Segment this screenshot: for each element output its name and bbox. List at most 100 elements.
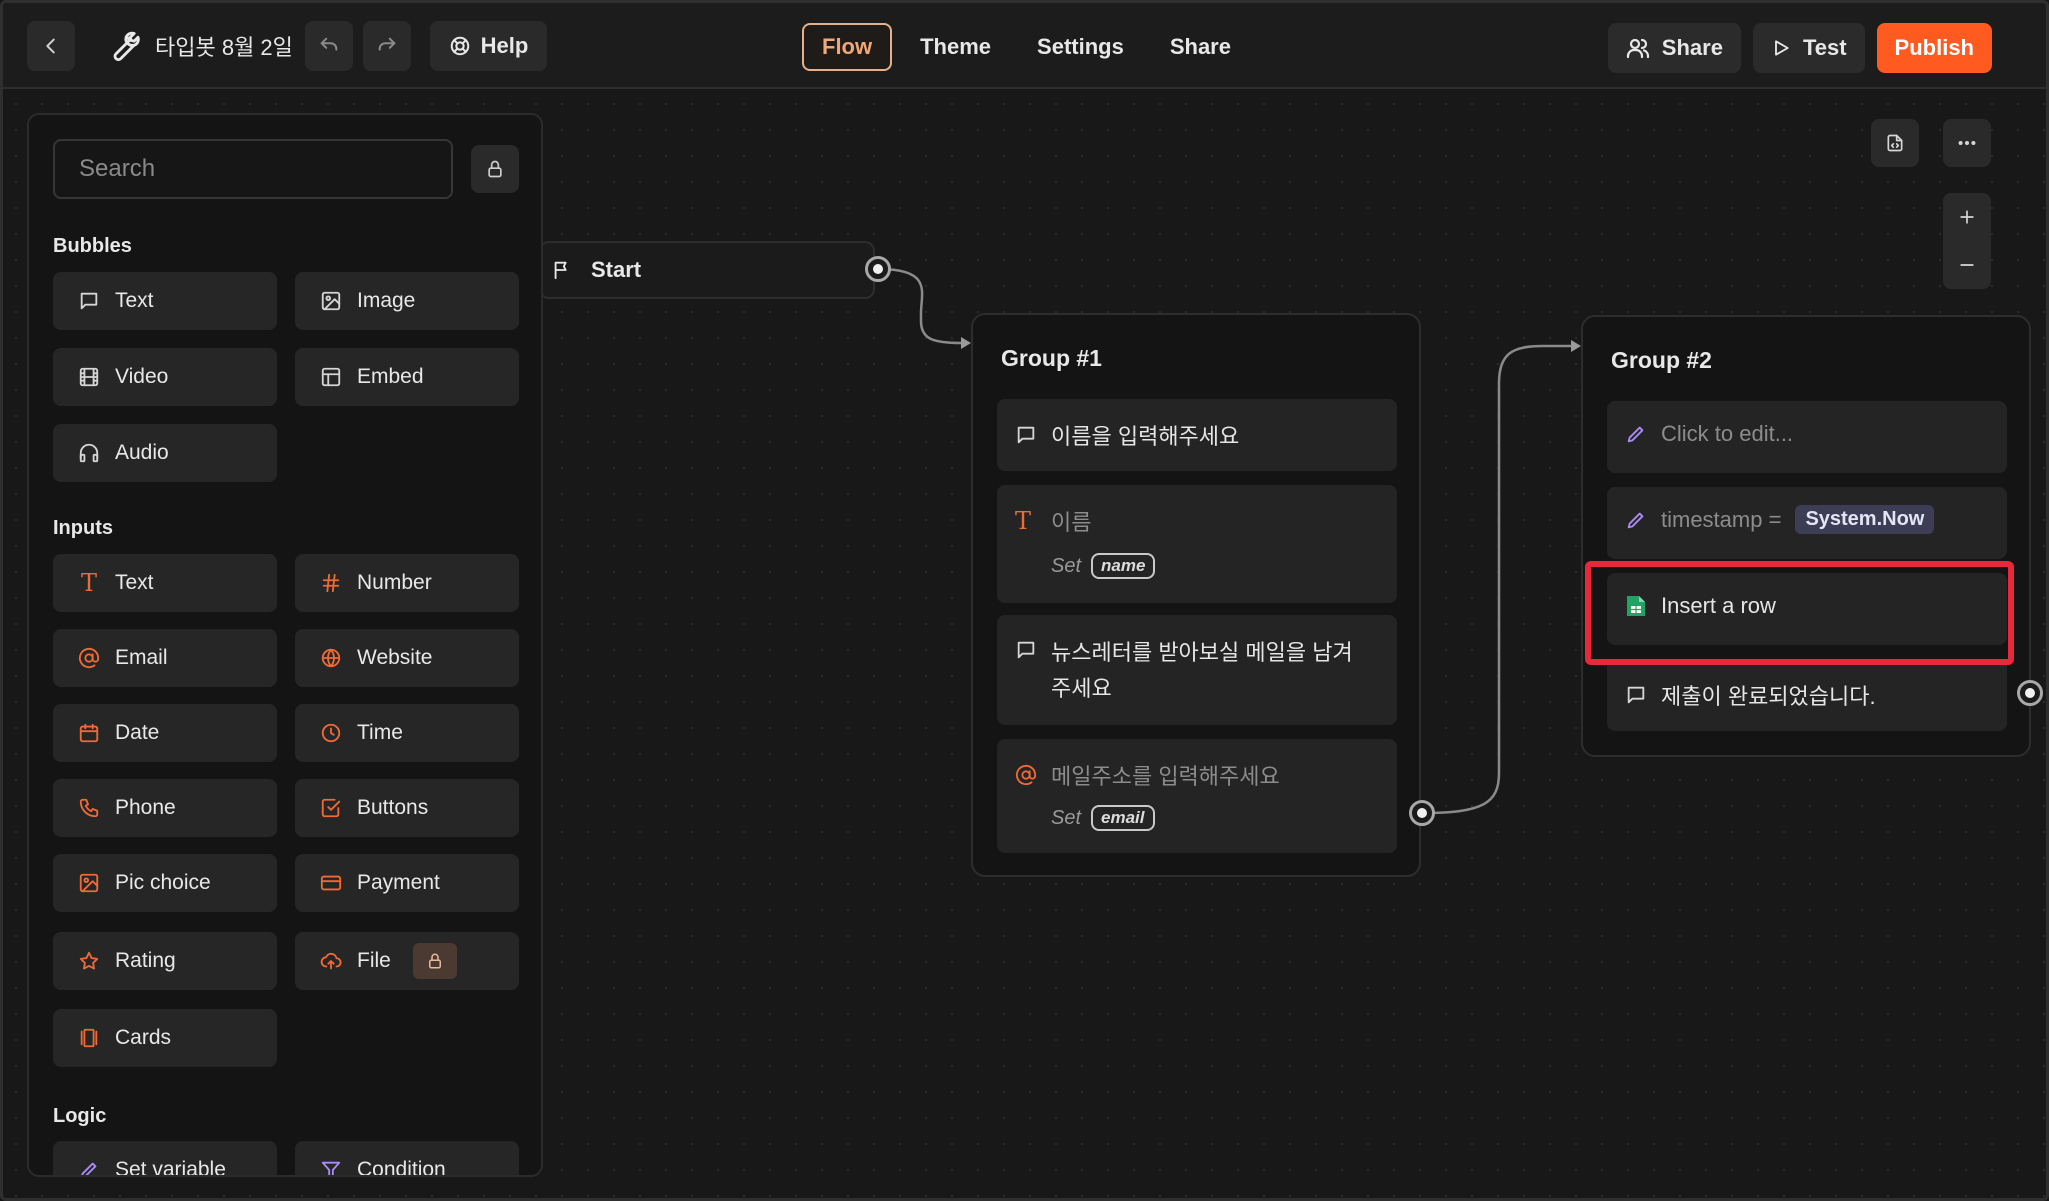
- bubble-embed-tile[interactable]: Embed: [295, 348, 519, 406]
- group-1-text-bubble-2[interactable]: 뉴스레터를 받아보실 메일을 남겨 주세요: [997, 615, 1397, 725]
- group-2-set-variable-empty[interactable]: Click to edit...: [1607, 401, 2007, 473]
- variable-name: timestamp =: [1661, 506, 1782, 532]
- group-2-output-port[interactable]: [2017, 680, 2043, 706]
- help-button[interactable]: Help: [430, 21, 547, 71]
- input-phone-tile[interactable]: Phone: [53, 779, 277, 837]
- tile-label: Condition: [357, 1158, 446, 1177]
- start-node[interactable]: Start: [539, 241, 875, 299]
- pencil-icon: [1627, 426, 1644, 443]
- logic-condition-tile[interactable]: Condition: [295, 1141, 519, 1177]
- image-icon: [79, 873, 99, 893]
- set-label: Set: [1051, 554, 1082, 577]
- film-icon: [79, 367, 99, 387]
- bubble-text-tile[interactable]: Text: [53, 272, 277, 330]
- test-button[interactable]: Test: [1752, 23, 1865, 73]
- share-label: Share: [1661, 35, 1723, 60]
- input-rating-tile[interactable]: Rating: [53, 932, 277, 990]
- tile-label: Date: [115, 721, 160, 744]
- input-date-tile[interactable]: Date: [53, 704, 277, 762]
- group-2[interactable]: Group #2 Click to edit... timestamp = Sy…: [1581, 315, 2031, 757]
- tab-settings[interactable]: Settings: [1019, 23, 1142, 71]
- set-label: Set: [1051, 806, 1082, 829]
- more-options-button[interactable]: [1943, 119, 1991, 167]
- tab-flow[interactable]: Flow: [802, 23, 893, 71]
- group-1[interactable]: Group #1 이름을 입력해주세요 T 이름 Set name 뉴스레터를 …: [971, 313, 1421, 877]
- tab-theme[interactable]: Theme: [902, 23, 1009, 71]
- chevron-left-icon: [46, 38, 55, 54]
- start-output-port[interactable]: [865, 256, 891, 282]
- message-square-icon: [1017, 641, 1035, 659]
- section-logic: Logic: [53, 1105, 107, 1127]
- bubble-video-tile[interactable]: Video: [53, 348, 277, 406]
- group-2-set-variable[interactable]: timestamp = System.Now: [1607, 487, 2007, 559]
- test-label: Test: [1802, 35, 1847, 60]
- users-icon: [1626, 38, 1649, 59]
- phone-icon: [79, 798, 99, 818]
- zoom-out-icon[interactable]: [1957, 255, 1977, 275]
- lock-sidebar-button[interactable]: [471, 145, 519, 193]
- tile-label: Video: [115, 365, 169, 388]
- share-button[interactable]: Share: [1607, 23, 1741, 73]
- tile-label: Cards: [115, 1026, 172, 1049]
- lifebuoy-icon: [450, 36, 469, 56]
- input-cards-tile[interactable]: Cards: [53, 1009, 277, 1067]
- input-payment-tile[interactable]: Payment: [295, 854, 519, 912]
- image-icon: [321, 291, 341, 311]
- input-placeholder: 이름: [1051, 510, 1092, 535]
- tile-label: Buttons: [357, 796, 429, 819]
- play-icon: [1775, 40, 1789, 56]
- back-button[interactable]: [27, 21, 75, 71]
- editor-nav: Flow Theme Settings Share: [802, 23, 1255, 71]
- export-button[interactable]: [1871, 119, 1919, 167]
- start-label: Start: [591, 257, 642, 282]
- tile-label: Pic choice: [115, 871, 211, 894]
- input-pic-choice-tile[interactable]: Pic choice: [53, 854, 277, 912]
- group-2-title[interactable]: Group #2: [1611, 347, 1712, 374]
- text-input-icon: T: [1015, 507, 1032, 535]
- input-file-tile[interactable]: File: [295, 932, 519, 990]
- at-sign-icon: [78, 647, 100, 669]
- input-website-tile[interactable]: Website: [295, 629, 519, 687]
- calendar-icon: [79, 723, 99, 743]
- typebot-title[interactable]: 타입봇 8월 2일: [103, 21, 293, 71]
- publish-button[interactable]: Publish: [1876, 23, 1992, 73]
- layout-icon: [321, 367, 341, 387]
- group-1-email-input[interactable]: 메일주소를 입력해주세요 Set email: [997, 739, 1397, 853]
- bubble-line-2: 주세요: [1051, 676, 1112, 701]
- group-2-text-bubble[interactable]: 제출이 완료되었습니다.: [1607, 659, 2007, 731]
- tile-label: Text: [115, 289, 154, 312]
- undo-button[interactable]: [305, 21, 353, 71]
- tile-label: Text: [115, 571, 154, 594]
- at-sign-icon: [1015, 764, 1037, 786]
- input-buttons-tile[interactable]: Buttons: [295, 779, 519, 837]
- credit-card-icon: [320, 875, 342, 891]
- more-horizontal-icon: [1958, 140, 1976, 146]
- bubble-image-tile[interactable]: Image: [295, 272, 519, 330]
- star-icon: [79, 951, 99, 970]
- zoom-in-icon[interactable]: [1957, 207, 1977, 227]
- redo-button[interactable]: [363, 21, 411, 71]
- input-number-tile[interactable]: Number: [295, 554, 519, 612]
- search-input[interactable]: Search: [53, 139, 453, 199]
- pencil-icon: [1627, 512, 1644, 528]
- tab-share[interactable]: Share: [1152, 23, 1249, 71]
- help-label: Help: [480, 33, 529, 58]
- logic-set-variable-tile[interactable]: Set variable: [53, 1141, 277, 1175]
- redo-icon: [378, 37, 396, 51]
- group-1-output-port[interactable]: [1409, 800, 1435, 826]
- check-square-icon: [321, 798, 341, 818]
- bubble-audio-tile[interactable]: Audio: [53, 424, 277, 482]
- input-time-tile[interactable]: Time: [295, 704, 519, 762]
- group-1-title[interactable]: Group #1: [1001, 345, 1102, 372]
- tile-label: Embed: [357, 365, 424, 388]
- premium-lock-badge: [412, 943, 457, 979]
- message-square-icon: [80, 292, 98, 310]
- input-text-tile[interactable]: T Text: [53, 554, 277, 612]
- upload-cloud-icon: [320, 952, 342, 970]
- input-email-tile[interactable]: Email: [53, 629, 277, 687]
- pencil-icon: [81, 1162, 97, 1175]
- cards-icon: [80, 1028, 98, 1048]
- group-1-text-input[interactable]: T 이름 Set name: [997, 485, 1397, 603]
- group-1-text-bubble[interactable]: 이름을 입력해주세요: [997, 399, 1397, 471]
- bubble-text: 이름을 입력해주세요: [1051, 424, 1240, 449]
